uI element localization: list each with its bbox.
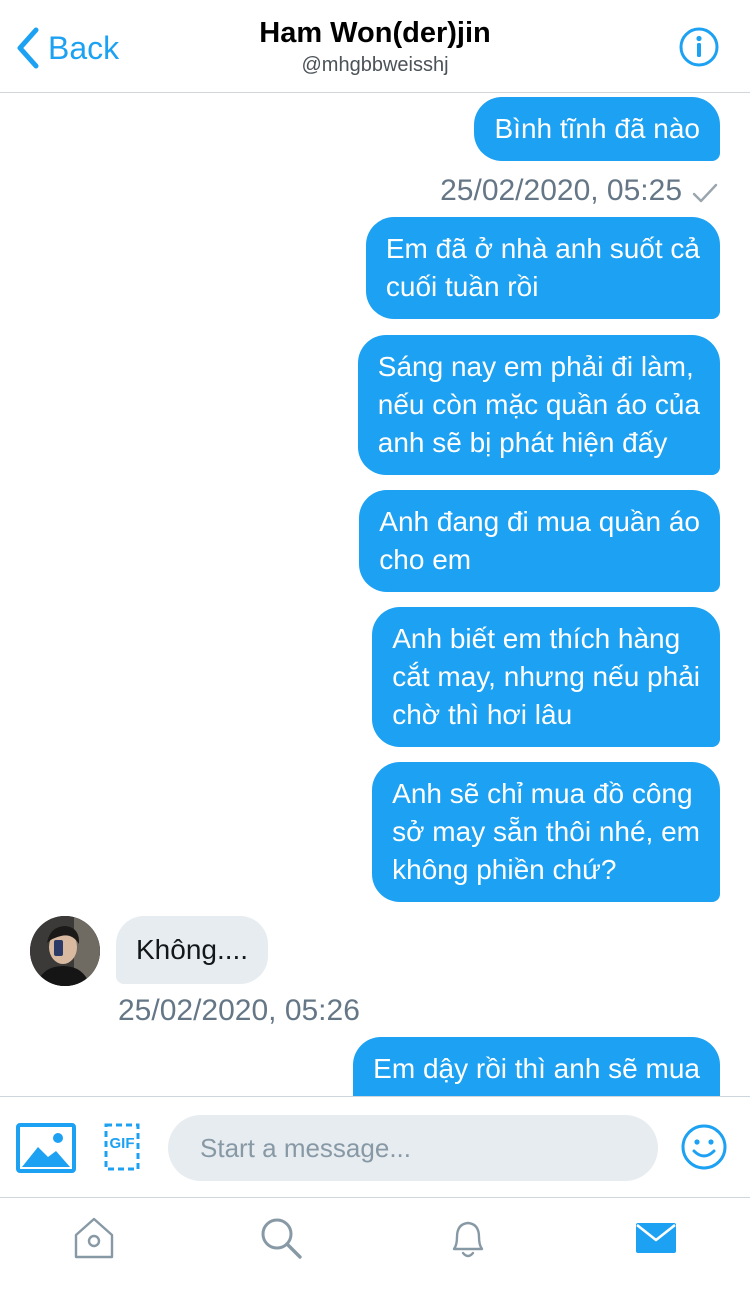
info-icon[interactable] <box>678 26 720 68</box>
message-bubble-outgoing[interactable]: Anh đang đi mua quần áo cho em <box>359 490 720 592</box>
gif-label: GIF <box>109 1135 135 1152</box>
sent-check-icon <box>692 183 718 203</box>
message-text: Không.... <box>136 934 249 965</box>
message-bubble-outgoing[interactable]: Anh biết em thích hàng cắt may, nhưng nế… <box>372 607 720 747</box>
message-timestamp: 25/02/2020, 05:25 <box>440 174 682 207</box>
mail-icon[interactable] <box>633 1215 679 1261</box>
home-icon[interactable] <box>71 1215 117 1261</box>
message-line: cuối tuần rồi <box>385 271 539 302</box>
image-icon[interactable] <box>16 1123 76 1173</box>
profile-photo <box>30 916 100 986</box>
message-line: Anh biết em thích hàng <box>392 623 681 654</box>
message-line: anh sẽ bị phát hiện đấy <box>377 427 668 458</box>
back-label: Back <box>48 29 120 66</box>
message-bubble-outgoing[interactable]: Bình tĩnh đã nào <box>474 97 720 161</box>
bell-icon[interactable] <box>445 1215 491 1261</box>
message-input[interactable] <box>168 1115 658 1181</box>
tab-bar <box>0 1199 750 1298</box>
message-line: Anh sẽ chỉ mua đồ công <box>392 778 693 809</box>
message-line: không phiền chứ? <box>392 854 617 885</box>
message-line: Em đã ở nhà anh suốt cả <box>385 233 700 264</box>
message-line: cho em <box>379 544 472 575</box>
message-line: chờ thì hơi lâu <box>392 699 573 730</box>
message-bubble-outgoing[interactable]: Anh sẽ chỉ mua đồ công sở may sẵn thôi n… <box>372 762 720 902</box>
message-timestamp: 25/02/2020, 05:26 <box>118 994 360 1027</box>
message-line: Anh đang đi mua quần áo <box>379 506 700 537</box>
back-button[interactable]: Back <box>14 24 119 72</box>
message-thread[interactable]: Bình tĩnh đã nào 25/02/2020, 05:25 Em đã… <box>0 94 750 1096</box>
gif-button[interactable]: GIF <box>102 1123 142 1171</box>
message-line: cắt may, nhưng nếu phải <box>392 661 700 692</box>
conversation-header: Back Ham Won(der)jin @mhgbbweisshj <box>0 0 750 93</box>
message-composer: GIF <box>0 1096 750 1198</box>
avatar[interactable] <box>30 916 100 986</box>
message-line: Em dậy rồi thì anh sẽ mua <box>373 1053 700 1084</box>
emoji-icon[interactable] <box>680 1123 728 1171</box>
chevron-left-icon <box>17 27 39 69</box>
search-icon[interactable] <box>258 1215 304 1261</box>
message-line: sở may sẵn thôi nhé, em <box>392 816 700 847</box>
message-text: Bình tĩnh đã nào <box>494 113 700 144</box>
message-line: Sáng nay em phải đi làm, <box>377 351 694 382</box>
message-line: nếu còn mặc quần áo của <box>377 389 700 420</box>
message-bubble-outgoing[interactable]: Em dậy rồi thì anh sẽ mua <box>353 1037 720 1096</box>
message-bubble-outgoing[interactable]: Em đã ở nhà anh suốt cả cuối tuần rồi <box>365 217 720 319</box>
message-bubble-outgoing[interactable]: Sáng nay em phải đi làm, nếu còn mặc quầ… <box>357 335 720 475</box>
message-bubble-incoming[interactable]: Không.... <box>116 916 269 984</box>
